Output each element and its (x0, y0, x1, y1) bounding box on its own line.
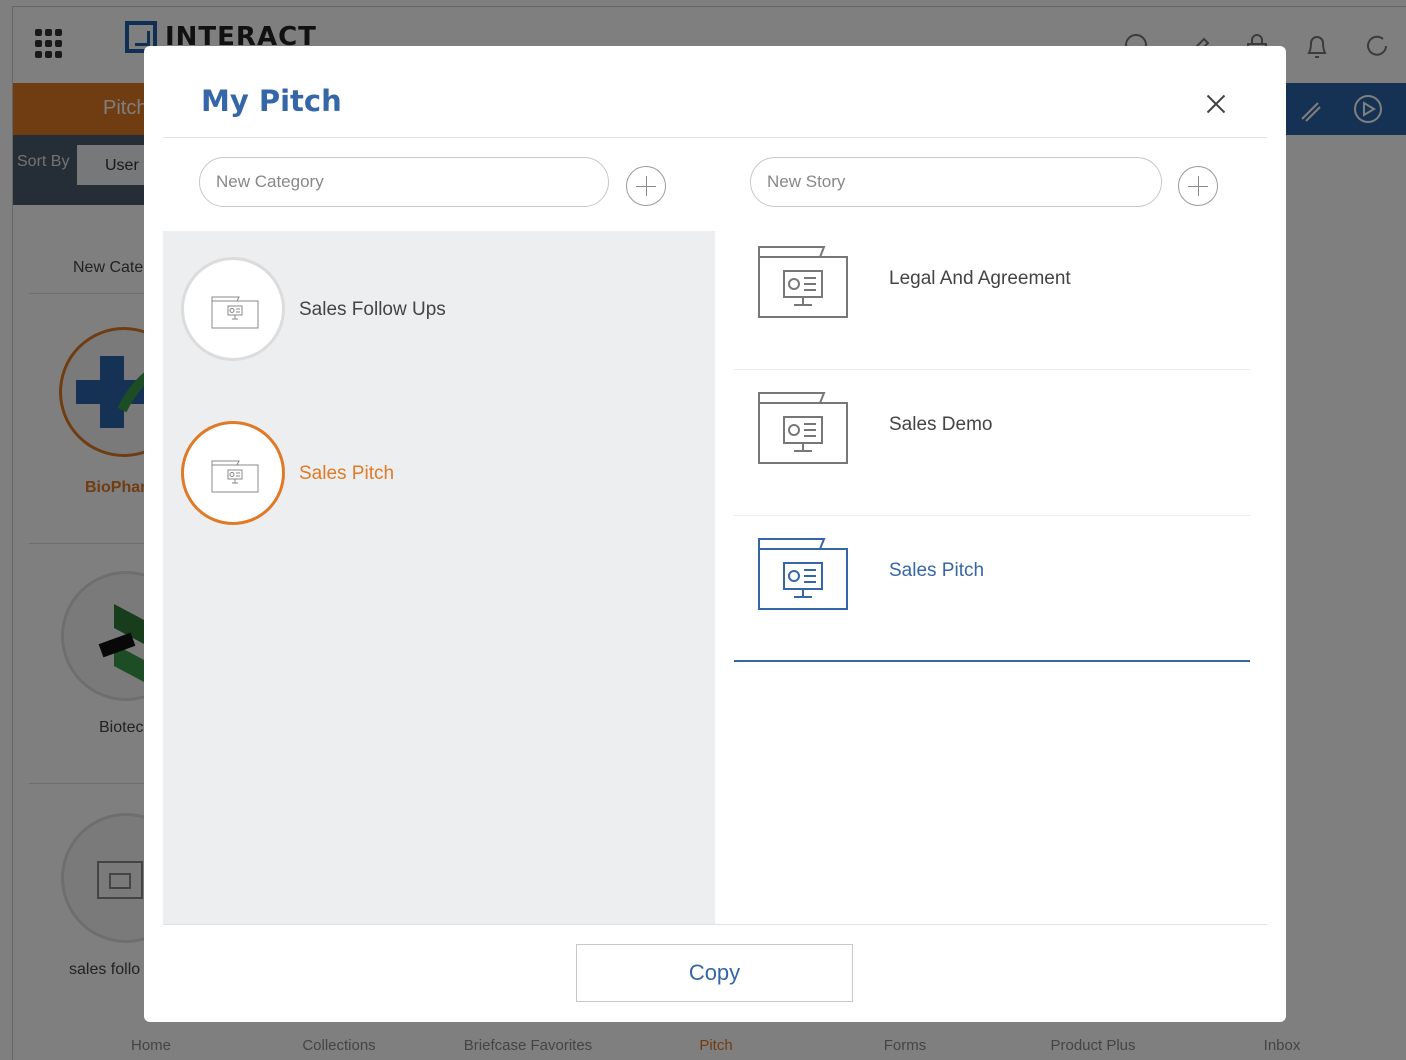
story-label: Legal And Agreement (889, 268, 1071, 289)
presentation-folder-icon (211, 296, 259, 329)
presentation-folder-icon (211, 460, 259, 493)
story-item-sales-demo[interactable]: Sales Demo (734, 370, 1250, 516)
my-pitch-modal: My Pitch Sales Follow Ups (144, 46, 1286, 1022)
category-list: Sales Follow Ups Sales Pitch (163, 231, 715, 924)
new-story-input[interactable] (750, 157, 1162, 207)
category-label: Sales Pitch (299, 463, 395, 484)
close-icon[interactable] (1202, 90, 1230, 118)
category-label: Sales Follow Ups (299, 299, 446, 320)
presentation-folder-icon (758, 538, 848, 610)
category-thumb (181, 257, 285, 361)
story-label: Sales Pitch (889, 560, 985, 581)
category-item-sales-pitch[interactable]: Sales Pitch (181, 421, 581, 529)
story-item-sales-pitch[interactable]: Sales Pitch (734, 516, 1250, 662)
presentation-folder-icon (758, 246, 848, 318)
presentation-folder-icon (758, 392, 848, 464)
copy-button[interactable]: Copy (576, 944, 853, 1002)
divider (163, 137, 1267, 138)
story-label: Sales Demo (889, 414, 993, 435)
category-item-sales-follow-ups[interactable]: Sales Follow Ups (181, 257, 581, 365)
add-story-button[interactable] (1178, 166, 1218, 206)
story-item-legal-and-agreement[interactable]: Legal And Agreement (734, 224, 1250, 370)
category-thumb (181, 421, 285, 525)
divider (163, 924, 1267, 925)
modal-title: My Pitch (201, 84, 342, 118)
add-category-button[interactable] (626, 166, 666, 206)
new-category-input[interactable] (199, 157, 609, 207)
